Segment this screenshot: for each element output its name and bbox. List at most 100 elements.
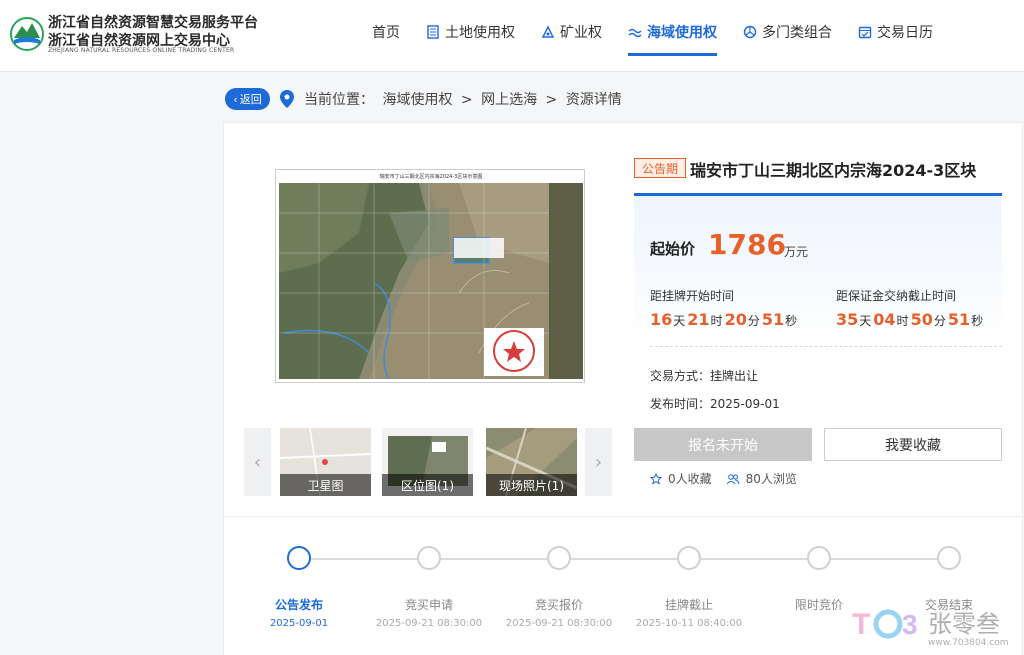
step-date: 2025-09-01: [269, 618, 329, 629]
publish-time-value: 2025-09-01: [710, 397, 780, 411]
price-unit: 万元: [784, 245, 809, 259]
breadcrumb-prefix: 当前位置：: [304, 92, 374, 108]
step-date: 2025-09-21 08:30:00: [375, 618, 483, 629]
countdown-days: 16: [650, 310, 673, 329]
thumbnail-site-photo[interactable]: 现场照片(1): [486, 428, 577, 496]
resource-title: 瑞安市丁山三期北区内宗海2024-3区块: [690, 161, 977, 180]
chevron-right-icon: ›: [594, 451, 603, 473]
countdown-minutes: 50: [910, 310, 933, 329]
nav-land-rights[interactable]: 土地使用权: [426, 0, 515, 64]
breadcrumb-path: 当前位置： 海域使用权 > 网上选海 > 资源详情: [304, 89, 626, 109]
timeline-step-listing-close: 挂牌截止 2025-10-11 08:40:00: [624, 543, 754, 629]
nav-home[interactable]: 首页: [372, 0, 400, 64]
calendar-icon: [858, 26, 872, 39]
dashed-divider: [650, 346, 1002, 347]
thumbnail-label: 区位图(1): [382, 474, 473, 496]
timeline-step-bidding: 竞买报价 2025-09-21 08:30:00: [494, 543, 624, 629]
nav-sea-rights[interactable]: 海域使用权: [628, 0, 717, 64]
nav-calendar[interactable]: 交易日历: [858, 0, 933, 64]
favorite-button[interactable]: 我要收藏: [824, 428, 1002, 461]
timeline-step-announcement: 公告发布 2025-09-01: [234, 543, 364, 629]
breadcrumb-item-detail: 资源详情: [565, 92, 622, 108]
watermark-url: www.703804.com: [928, 638, 1009, 648]
main-nav: 首页 土地使用权 矿业权 海域使用权 多门类组合 交易日历: [372, 0, 959, 72]
step-circle: [417, 546, 441, 570]
starting-price: 1786: [708, 228, 786, 261]
main-map-image[interactable]: 瑞安市丁山三期北区内宗海2024-3区块示意图: [275, 169, 585, 383]
countdown-days: 35: [836, 310, 859, 329]
price-panel: 起始价 1786 万元 距挂牌开始时间 16 天 21 时 20 分 51 秒 距保证金…: [634, 193, 1002, 349]
thumbnail-label: 现场照片(1): [486, 474, 577, 496]
thumbnail-satellite[interactable]: 卫星图: [280, 428, 371, 496]
watermark-text: 张零叁: [928, 610, 1000, 638]
carousel-prev-button[interactable]: ‹: [244, 428, 271, 496]
favorites-text: 0人收藏: [668, 472, 712, 486]
countdown-listing-label: 距挂牌开始时间: [650, 289, 735, 303]
mine-icon: [541, 25, 555, 38]
publish-time: 发布时间：2025-09-01: [650, 395, 780, 412]
favorites-count: 0人收藏: [650, 470, 712, 487]
thumbnail-carousel: ‹ 卫星图 区位图(1) 现场照片(1) ›: [244, 428, 612, 496]
watermark: T 3 张零叁 www.703804.com: [850, 598, 1020, 653]
wave-icon: [628, 28, 642, 38]
logo-icon: [10, 17, 44, 51]
unit-second: 秒: [785, 314, 798, 328]
engagement-stats: 0人收藏 80人浏览: [650, 470, 811, 487]
countdown-hours: 21: [687, 310, 710, 329]
timeline-step-application: 竞买申请 2025-09-21 08:30:00: [364, 543, 494, 629]
unit-second: 秒: [971, 314, 984, 328]
countdown-seconds: 51: [761, 310, 785, 329]
logo-title: 浙江省自然资源智慧交易服务平台: [48, 15, 258, 31]
nav-land-rights-label: 土地使用权: [445, 25, 515, 41]
breadcrumb-separator: >: [460, 92, 473, 108]
nav-combination[interactable]: 多门类组合: [743, 0, 832, 64]
publish-time-label: 发布时间：: [650, 397, 711, 411]
nav-calendar-label: 交易日历: [877, 25, 933, 41]
breadcrumb-item-sea-rights[interactable]: 海域使用权: [382, 92, 452, 108]
logo-english: ZHEJIANG NATURAL RESOURCES ONLINE TRADIN…: [48, 47, 235, 54]
unit-day: 天: [859, 314, 872, 328]
resource-detail-card: 瑞安市丁山三期北区内宗海2024-3区块示意图 ‹ 卫星图 区位图(1) 现场照…: [223, 122, 1024, 655]
star-icon: [650, 472, 662, 485]
aerial-map: [279, 183, 549, 379]
step-circle: [937, 546, 961, 570]
step-date: 2025-09-21 08:30:00: [505, 618, 613, 629]
unit-minute: 分: [747, 314, 760, 328]
chevron-left-icon: ‹: [233, 92, 238, 106]
signup-button[interactable]: 报名未开始: [634, 428, 812, 461]
location-pin-icon: [280, 90, 294, 108]
svg-text:T: T: [852, 608, 870, 641]
back-button[interactable]: ‹ 返回: [225, 88, 270, 110]
step-circle: [287, 546, 311, 570]
status-badge: 公告期: [634, 158, 686, 178]
trade-method-value: 挂牌出让: [710, 369, 759, 383]
building-icon: [427, 25, 439, 39]
countdown-deposit-label: 距保证金交纳截止时间: [836, 289, 957, 303]
countdown-minutes: 20: [724, 310, 747, 329]
step-circle: [547, 546, 571, 570]
step-date: 2025-10-11 08:40:00: [635, 618, 743, 629]
nav-mining-rights[interactable]: 矿业权: [541, 0, 602, 64]
carousel-next-button[interactable]: ›: [585, 428, 612, 496]
step-label: 公告发布: [274, 598, 323, 612]
combo-icon: [743, 25, 757, 39]
breadcrumb-separator: >: [545, 92, 558, 108]
chevron-left-icon: ‹: [253, 451, 262, 473]
section-divider: [224, 516, 1024, 517]
nav-home-label: 首页: [372, 25, 400, 41]
map-legend-strip: [549, 183, 583, 379]
countdown-listing: 16 天 21 时 20 分 51 秒: [650, 310, 799, 329]
site-logo[interactable]: 浙江省自然资源智慧交易服务平台 浙江省自然资源网上交易中心 ZHEJIANG N…: [10, 12, 260, 58]
back-button-label: 返回: [239, 93, 262, 106]
step-label: 竞买报价: [534, 598, 583, 612]
step-label: 挂牌截止: [664, 598, 713, 612]
step-circle: [807, 546, 831, 570]
views-count: 80人浏览: [726, 470, 797, 487]
breadcrumb: ‹ 返回 当前位置： 海域使用权 > 网上选海 > 资源详情: [225, 87, 626, 111]
breadcrumb-item-online-selection[interactable]: 网上选海: [481, 92, 537, 108]
views-text: 80人浏览: [745, 472, 797, 486]
nav-sea-rights-label: 海域使用权: [647, 25, 717, 41]
price-label: 起始价: [650, 240, 696, 258]
top-header: 浙江省自然资源智慧交易服务平台 浙江省自然资源网上交易中心 ZHEJIANG N…: [0, 0, 1024, 72]
thumbnail-location-map[interactable]: 区位图(1): [382, 428, 473, 496]
